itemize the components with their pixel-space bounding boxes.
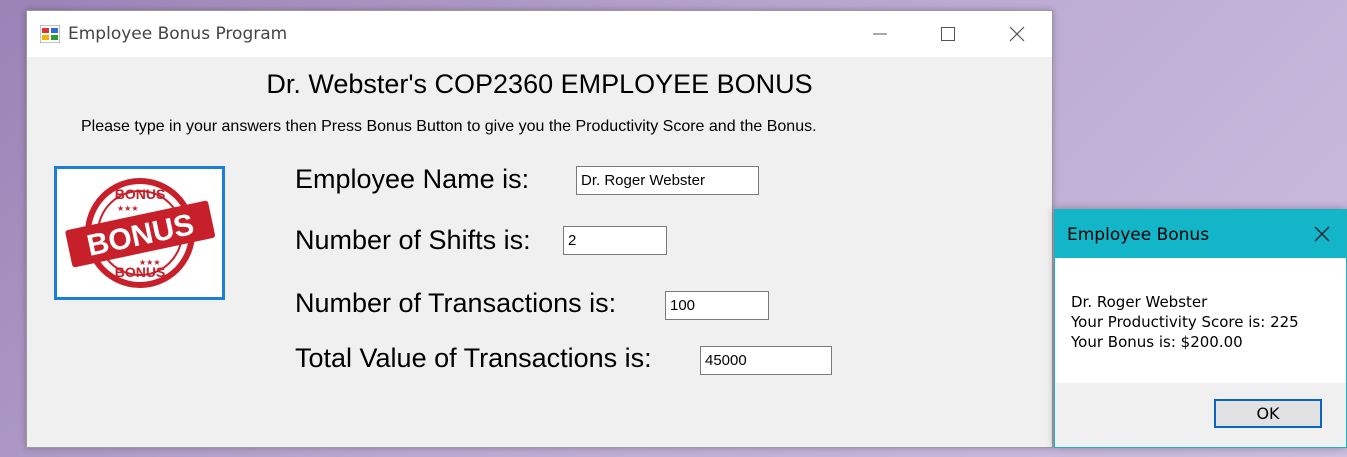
dialog-close-icon <box>1314 226 1330 242</box>
employee-bonus-dialog: Employee Bonus Dr. Roger Webster Your Pr… <box>1054 209 1347 448</box>
main-window: Employee Bonus Program Dr. Webster's COP… <box>26 10 1053 448</box>
dialog-line-score: Your Productivity Score is: 225 <box>1071 313 1299 331</box>
total-value-field[interactable]: 45000 <box>700 346 832 375</box>
employee-name-field[interactable]: Dr. Roger Webster <box>576 166 759 195</box>
minimize-icon <box>873 33 887 35</box>
dialog-close-button[interactable] <box>1298 210 1346 258</box>
title-bar[interactable]: Employee Bonus Program <box>27 11 1052 57</box>
stamp-top-text: BONUS <box>115 186 166 202</box>
shifts-field[interactable]: 2 <box>563 226 667 255</box>
dialog-title-bar[interactable]: Employee Bonus <box>1055 210 1346 258</box>
total-value-label: Total Value of Transactions is: <box>295 343 652 373</box>
page-heading: Dr. Webster's COP2360 EMPLOYEE BONUS <box>266 69 813 99</box>
maximize-button[interactable] <box>914 11 982 57</box>
dialog-message: Dr. Roger Webster Your Productivity Scor… <box>1071 292 1299 352</box>
window-title: Employee Bonus Program <box>68 24 288 44</box>
shifts-label: Number of Shifts is: <box>295 225 531 255</box>
dialog-line-bonus: Your Bonus is: $200.00 <box>1071 333 1243 351</box>
transactions-field[interactable]: 100 <box>665 291 769 320</box>
dialog-title: Employee Bonus <box>1067 225 1210 245</box>
ok-button[interactable]: OK <box>1214 399 1322 428</box>
minimize-button[interactable] <box>846 11 914 57</box>
app-icon <box>40 25 60 43</box>
instruction-text: Please type in your answers then Press B… <box>81 118 817 135</box>
dialog-footer: OK <box>1055 383 1346 447</box>
close-button[interactable] <box>983 11 1051 57</box>
transactions-label: Number of Transactions is: <box>295 288 617 318</box>
maximize-icon <box>941 27 955 41</box>
svg-text:★★★: ★★★ <box>139 258 161 267</box>
dialog-line-name: Dr. Roger Webster <box>1071 293 1208 311</box>
close-icon <box>1009 26 1025 42</box>
bonus-stamp-image: BONUS BONUS BONUS ★★★ ★★★ <box>54 166 225 300</box>
bonus-stamp-icon: BONUS BONUS BONUS ★★★ ★★★ <box>65 178 216 288</box>
svg-text:★★★: ★★★ <box>117 204 139 213</box>
employee-name-label: Employee Name is: <box>295 164 530 194</box>
